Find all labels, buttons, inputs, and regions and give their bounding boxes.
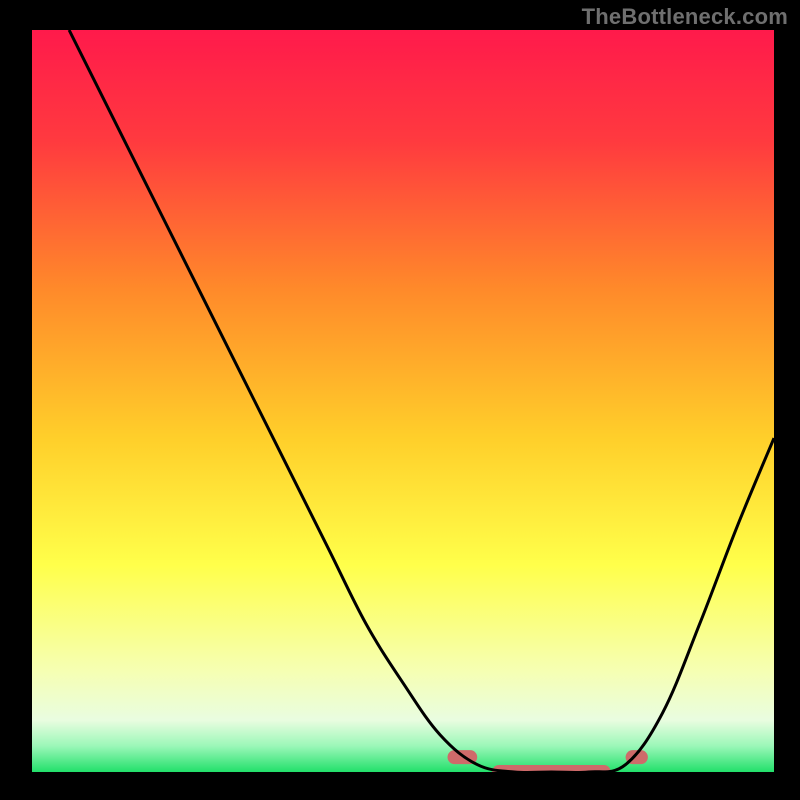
bottleneck-chart: [0, 0, 800, 800]
attribution-text: TheBottleneck.com: [582, 4, 788, 30]
chart-frame: TheBottleneck.com: [0, 0, 800, 800]
gradient-background: [32, 30, 774, 772]
